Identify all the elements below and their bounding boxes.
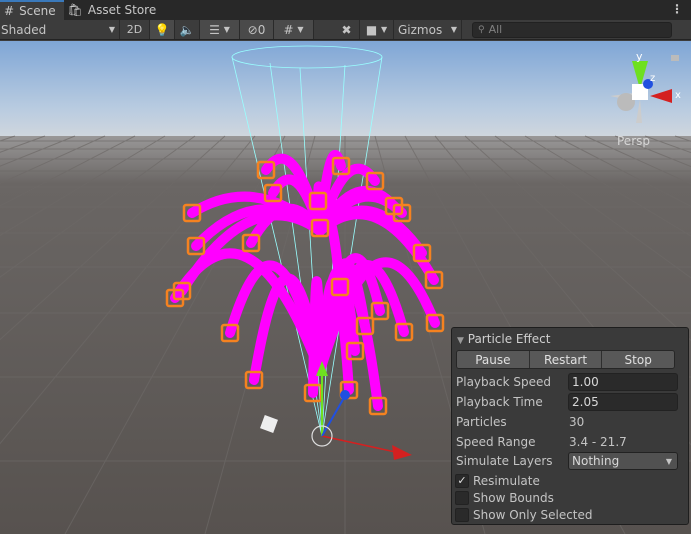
chevron-down-icon: ▼ <box>450 25 457 34</box>
scene-toolbar: Shaded ▼ 2D 💡 🔈 ☰ ▼ ⊘ 0 # ▼ ✖ ■ ▼ Gizmos ▼ … <box>0 20 691 40</box>
shopping-bag-icon: 🛍 <box>67 3 83 17</box>
playback-time-input[interactable]: 2.05 <box>568 393 678 411</box>
gizmos-dropdown[interactable]: Gizmos ▼ <box>394 20 462 39</box>
z-label: z <box>650 73 655 84</box>
search-input[interactable]: ⚲ All <box>472 21 672 38</box>
lock-icon[interactable] <box>671 55 679 61</box>
tab-bar: # Scene 🛍 Asset Store ⋮ <box>0 0 691 20</box>
grid-icon: # <box>4 4 15 18</box>
sky <box>0 41 691 136</box>
simulate-layers-label: Simulate Layers <box>456 454 553 468</box>
camera-icon: ■ <box>365 22 378 37</box>
effects-dropdown[interactable]: ☰ ▼ <box>200 20 240 39</box>
pause-button[interactable]: Pause <box>457 351 530 368</box>
grid-snapping-dropdown[interactable]: # ▼ <box>274 20 314 39</box>
collapse-triangle-icon: ▼ <box>457 336 464 346</box>
playback-speed-label: Playback Speed <box>456 375 551 389</box>
eye-slash-icon: ⊘ <box>247 22 258 37</box>
audio-toggle-icon[interactable]: 🔈 <box>175 20 200 39</box>
effects-icon: ☰ <box>209 22 220 37</box>
z-arrow-icon <box>340 390 350 400</box>
playback-time-label: Playback Time <box>456 395 543 409</box>
simulate-layers-dropdown[interactable]: Nothing ▼ <box>568 452 678 470</box>
hidden-objects-toggle[interactable]: ⊘ 0 <box>240 20 274 39</box>
grid-snap-icon: # <box>283 22 294 37</box>
chevron-down-icon: ▼ <box>108 25 115 34</box>
y-label: y <box>636 50 643 63</box>
particles-count: 30 <box>569 415 585 429</box>
search-icon: ⚲ <box>478 24 485 35</box>
more-options-icon[interactable]: ⋮ <box>671 2 683 16</box>
restart-button[interactable]: Restart <box>529 351 603 368</box>
chevron-down-icon: ▼ <box>665 456 672 466</box>
toggle-2d-button[interactable]: 2D <box>120 20 150 39</box>
panel-header[interactable]: ▼ Particle Effect <box>457 332 550 346</box>
particles-label: Particles <box>456 415 507 429</box>
speed-range-value: 3.4 - 21.7 <box>569 435 627 449</box>
playback-speed-input[interactable]: 1.00 <box>568 373 678 391</box>
particle-effect-panel: ▼ Particle Effect Pause Restart Stop Pla… <box>451 327 689 525</box>
resimulate-checkbox[interactable]: ✓ Resimulate <box>455 473 540 488</box>
show-bounds-checkbox[interactable]: Show Bounds <box>455 490 554 505</box>
checkmark-icon: ✓ <box>455 473 469 488</box>
projection-label[interactable]: Persp <box>617 134 650 148</box>
tools-icon[interactable]: ✖ <box>334 20 360 39</box>
tab-scene[interactable]: # Scene <box>0 0 64 20</box>
show-only-selected-checkbox[interactable]: Show Only Selected <box>455 507 593 522</box>
tab-asset-store[interactable]: 🛍 Asset Store <box>64 0 165 20</box>
camera-dropdown[interactable]: ■ ▼ <box>360 20 394 39</box>
lighting-toggle-icon[interactable]: 💡 <box>150 20 175 39</box>
speed-range-label: Speed Range <box>456 435 536 449</box>
playback-button-group: Pause Restart Stop <box>456 350 675 369</box>
stop-button[interactable]: Stop <box>602 351 674 368</box>
shading-mode-dropdown[interactable]: Shaded ▼ <box>0 20 120 39</box>
x-label: x <box>675 90 681 101</box>
